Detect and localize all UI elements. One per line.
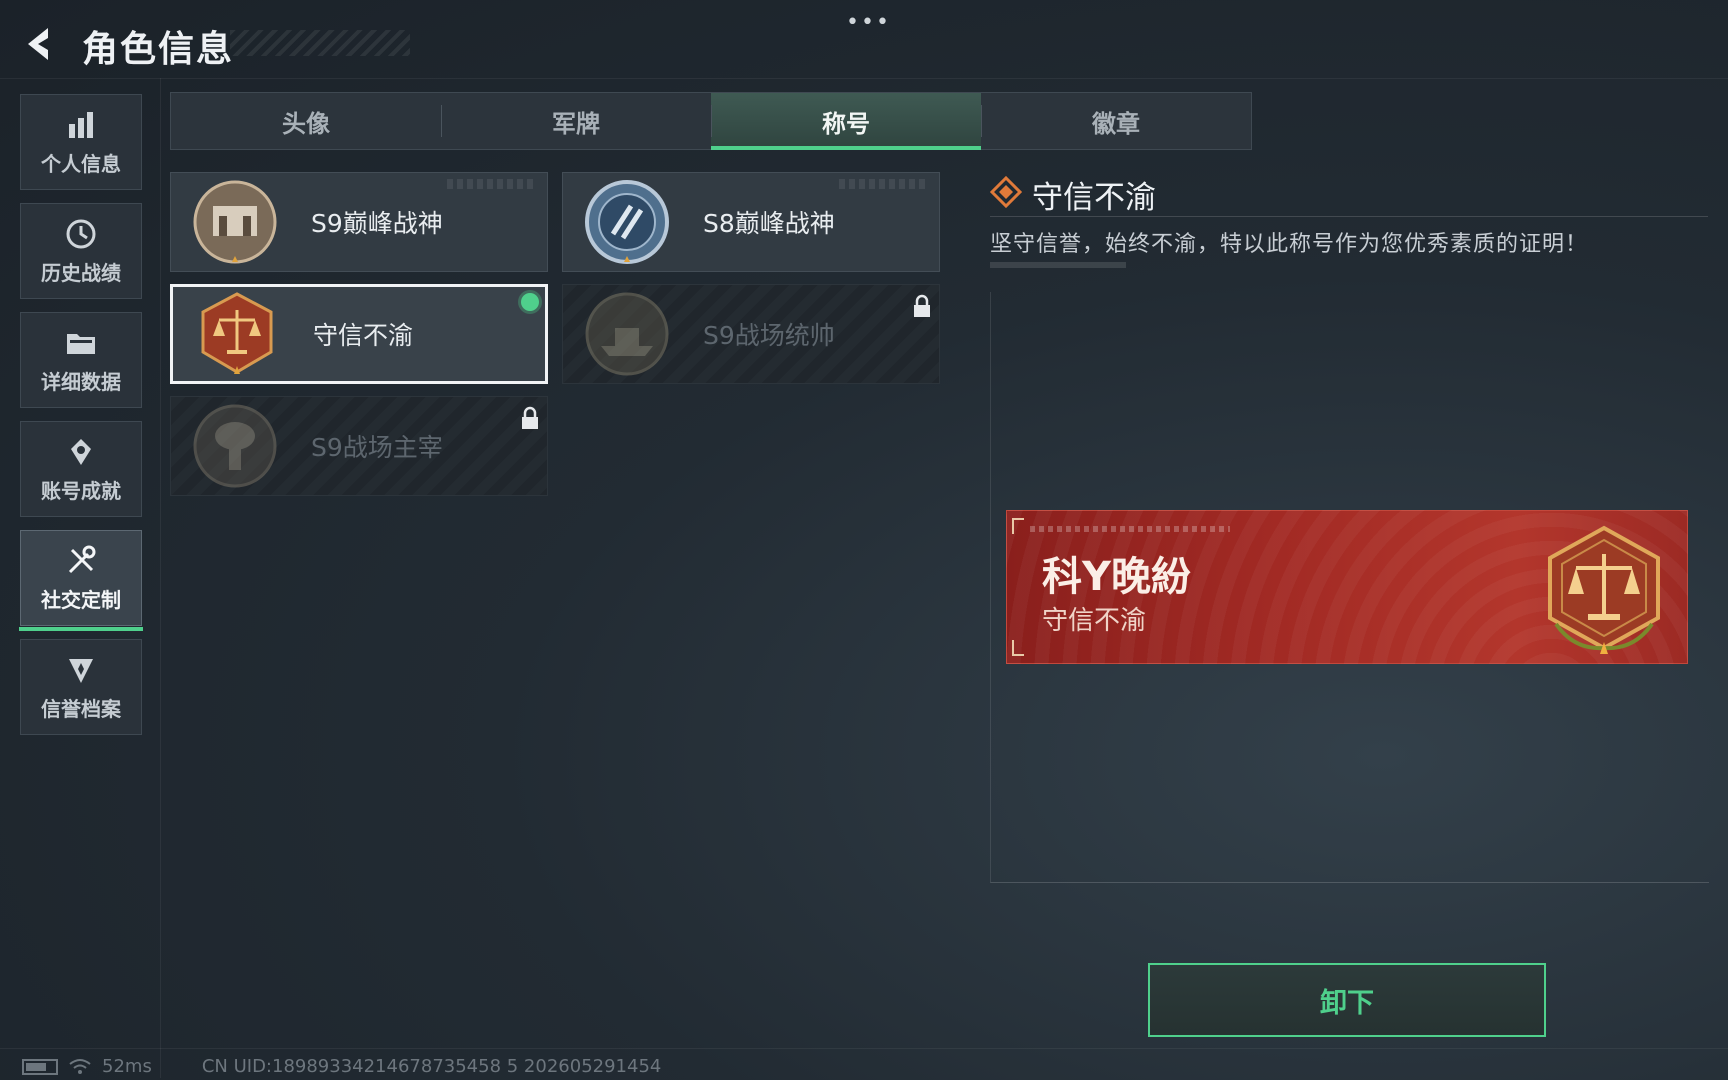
scales-emblem-icon	[201, 292, 273, 374]
blue-shield-emblem-icon	[585, 180, 669, 264]
sidebar-item-history[interactable]: 历史战绩	[20, 203, 142, 299]
nameplate-player-name: 科Y晚紛	[1042, 554, 1191, 600]
title-name: S9战场主宰	[311, 433, 443, 462]
sidebar-item-detailed-data[interactable]: 详细数据	[20, 312, 142, 408]
title-decoration	[230, 30, 410, 56]
sidebar-item-social-custom[interactable]: 社交定制	[19, 530, 143, 631]
lock-icon	[522, 406, 538, 429]
title-name: S9战场统帅	[703, 321, 835, 350]
sidebar-item-label: 社交定制	[41, 587, 121, 612]
sidebar-item-personal-info[interactable]: 个人信息	[20, 94, 142, 190]
sidebar-item-credit-record[interactable]: 信誉档案	[20, 639, 142, 735]
unequip-button[interactable]: 卸下	[1148, 963, 1546, 1037]
history-clock-icon	[66, 219, 96, 248]
tab-dog-tag[interactable]: 军牌	[441, 93, 711, 149]
nameplate-corner	[1012, 640, 1024, 656]
title-card-keep-faith[interactable]: 守信不渝	[170, 284, 548, 384]
card-decoration	[447, 179, 537, 189]
sidebar: 个人信息 历史战绩 详细数据 账号成就 社交定制 信誉档案	[19, 94, 143, 748]
fortress-emblem-icon	[193, 180, 277, 264]
nameplate-title: 守信不渝	[1042, 606, 1147, 636]
detail-decoration	[990, 262, 1126, 268]
sidebar-item-label: 个人信息	[41, 151, 121, 176]
wifi-icon	[69, 1058, 91, 1074]
title-card-s8-peak-god[interactable]: S8巅峰战神	[562, 172, 940, 272]
sidebar-item-label: 历史战绩	[41, 260, 121, 285]
warship-emblem-icon	[585, 292, 669, 376]
tab-badge[interactable]: 徽章	[981, 93, 1251, 149]
uid-text: CN UID:18989334214678735458 5 2026052914…	[201, 1056, 662, 1077]
page-title: 角色信息	[82, 29, 235, 70]
back-arrow-icon	[28, 28, 48, 60]
divider	[990, 216, 1708, 217]
title-card-s9-battlefield-ruler[interactable]: S9战场主宰	[170, 396, 548, 496]
scales-emblem-icon	[1548, 525, 1660, 654]
battery-icon	[22, 1058, 58, 1075]
tab-avatar[interactable]: 头像	[171, 93, 441, 149]
detail-description: 坚守信誉，始终不渝，特以此称号作为您优秀素质的证明！	[990, 232, 1589, 257]
credit-badge-icon	[69, 658, 93, 683]
nameplate-corner	[1012, 518, 1024, 534]
sidebar-item-label: 详细数据	[41, 369, 121, 394]
sidebar-item-label: 信誉档案	[41, 696, 121, 721]
folder-icon	[67, 333, 95, 354]
title-name: S9巅峰战神	[311, 209, 443, 238]
detail-title: 守信不渝	[1032, 180, 1156, 216]
back-button[interactable]	[18, 22, 62, 66]
title-diamond-icon	[990, 176, 1022, 208]
title-name: 守信不渝	[313, 321, 414, 350]
achievement-icon	[71, 438, 91, 465]
bar-chart-icon	[69, 111, 93, 138]
category-tabs: 头像 军牌 称号 徽章	[170, 92, 1252, 150]
mushroom-cloud-emblem-icon	[193, 404, 277, 488]
more-options-icon[interactable]: •••	[846, 10, 891, 35]
title-card-s9-peak-god[interactable]: S9巅峰战神	[170, 172, 548, 272]
nameplate-preview: 科Y晚紛 守信不渝	[1006, 510, 1688, 664]
ping-value: 52ms	[102, 1056, 152, 1077]
equipped-indicator	[521, 293, 539, 311]
lock-icon	[914, 294, 930, 317]
tab-title[interactable]: 称号	[711, 93, 981, 150]
status-bar: 52ms CN UID:18989334214678735458 5 20260…	[22, 1056, 661, 1077]
sidebar-item-achievements[interactable]: 账号成就	[20, 421, 142, 517]
wrench-screwdriver-icon	[68, 545, 96, 573]
card-decoration	[839, 179, 929, 189]
title-name: S8巅峰战神	[703, 209, 835, 238]
nameplate-decoration	[1030, 526, 1230, 532]
sidebar-item-label: 账号成就	[41, 478, 121, 503]
title-card-s9-battlefield-marshal[interactable]: S9战场统帅	[562, 284, 940, 384]
